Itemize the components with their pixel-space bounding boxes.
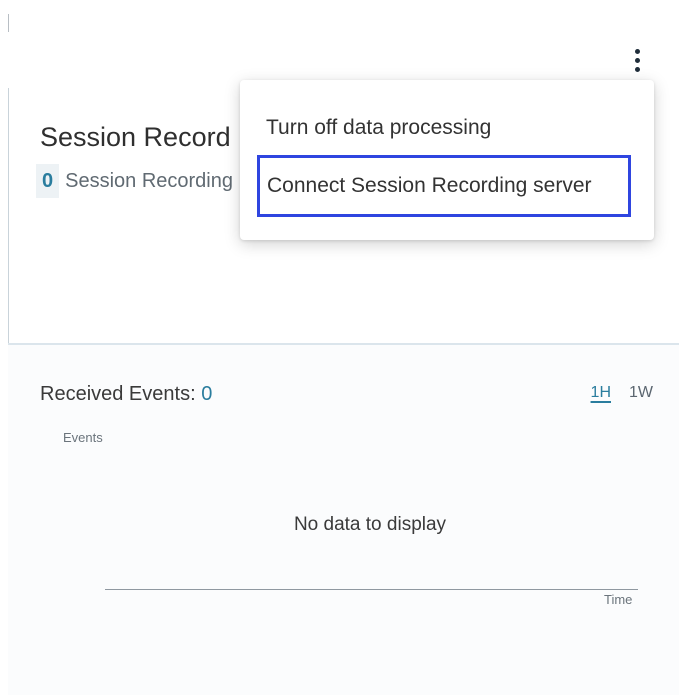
time-range-toggle: 1H 1W bbox=[591, 384, 653, 402]
kebab-dot-icon bbox=[634, 48, 640, 54]
session-count-badge: 0 bbox=[36, 164, 60, 198]
more-options-button[interactable] bbox=[626, 44, 648, 76]
x-axis-line bbox=[105, 589, 638, 590]
empty-state-message: No data to display bbox=[293, 514, 447, 535]
card-title: Session Record bbox=[40, 122, 231, 152]
kebab-dot-icon bbox=[634, 57, 640, 63]
received-events-label: Received Events: bbox=[40, 383, 196, 405]
menu-item-turn-off-data-processing[interactable]: Turn off data processing bbox=[266, 116, 491, 140]
range-1h-tab[interactable]: 1H bbox=[591, 384, 611, 402]
options-dropdown-menu: Turn off data processing Connect Session… bbox=[240, 80, 654, 240]
received-events-heading: Received Events: 0 bbox=[40, 383, 212, 406]
session-count-label: Session Recording bbox=[65, 169, 233, 192]
menu-item-connect-session-recording-server[interactable]: Connect Session Recording server bbox=[257, 155, 631, 217]
x-axis-label: Time bbox=[604, 592, 633, 607]
session-count-row: 0 Session Recording bbox=[36, 160, 233, 202]
y-axis-label: Events bbox=[63, 430, 103, 445]
range-1w-tab[interactable]: 1W bbox=[629, 384, 653, 402]
kebab-dot-icon bbox=[634, 66, 640, 72]
edge-divider bbox=[8, 14, 9, 32]
received-events-count: 0 bbox=[201, 383, 213, 405]
card-edge-divider bbox=[8, 88, 9, 346]
